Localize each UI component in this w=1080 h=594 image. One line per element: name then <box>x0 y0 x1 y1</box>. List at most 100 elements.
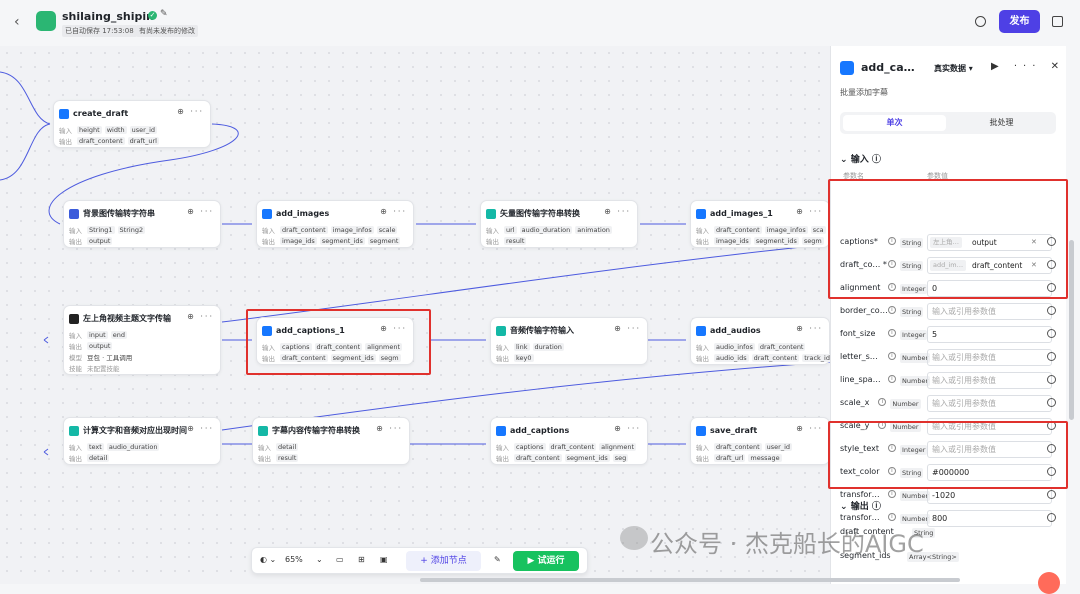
more-icon[interactable]: ⊕ ··· <box>796 424 823 433</box>
param-tag: user_id <box>764 443 792 451</box>
param-value-input[interactable]: 输入或引用参数值 <box>927 349 1052 366</box>
param-tag: animation <box>575 226 612 234</box>
node-save-draft[interactable]: save_draft ⊕ ··· 输入 draft_content user_id … <box>690 417 830 465</box>
node-title: 音频传输字符输入 <box>510 326 574 335</box>
more-icon[interactable]: ⊕ ··· <box>604 207 631 216</box>
mouse-icon[interactable]: ◐ ⌄ <box>260 555 276 564</box>
node-topleft-text[interactable]: 左上角视频主题文字传输 ⊕ ··· 输入 input end 输出 output 模型… <box>63 305 221 375</box>
param-value: 输入或引用参数值 <box>932 376 996 385</box>
param-tag: segment <box>367 237 401 245</box>
node-title: save_draft <box>710 426 758 435</box>
info-icon[interactable]: i <box>888 375 896 383</box>
layout-icon[interactable]: ▣ <box>380 555 388 564</box>
node-vector-convert[interactable]: 矢量图传输字符串转换 ⊕ ··· 输入 url audio_duration anim… <box>480 200 638 248</box>
add-node-button[interactable]: + 添加节点 <box>406 551 481 571</box>
more-icon[interactable]: ⊕ ··· <box>187 207 214 216</box>
param-value: 输入或引用参数值 <box>932 307 996 316</box>
gear-icon[interactable] <box>1047 513 1056 522</box>
edit-icon[interactable]: ✎ <box>160 9 168 19</box>
minimap-icon[interactable]: ⊞ <box>358 555 365 564</box>
output-label: 输出 <box>262 238 275 246</box>
param-tag: image_infos <box>330 226 374 234</box>
code-icon <box>496 325 506 336</box>
tab-batch[interactable]: 批处理 <box>950 115 1053 131</box>
param-value: 输入或引用参数值 <box>932 353 996 362</box>
node-add-images-1[interactable]: add_images_1 ⊕ ··· 输入 draft_content image_… <box>690 200 830 248</box>
avatar[interactable] <box>1038 572 1060 594</box>
output-section-title[interactable]: ⌄ 输出 ⓘ <box>840 499 881 512</box>
more-icon[interactable]: ⊕ ··· <box>796 207 823 216</box>
node-bg-string[interactable]: 背景图传输转字符串 ⊕ ··· 输入 String1 String2 输出 outpu… <box>63 200 221 248</box>
param-value-input[interactable]: 输入或引用参数值 <box>927 372 1052 389</box>
more-icon[interactable]: ⊕ ··· <box>380 207 407 216</box>
data-mode-select[interactable]: 真实数据 ▾ <box>934 63 973 74</box>
panel-actions[interactable]: ▶ ··· ✕ <box>991 61 1065 72</box>
tab-single[interactable]: 单次 <box>843 115 946 131</box>
canvas-scrollbar[interactable] <box>420 578 960 582</box>
gear-icon[interactable] <box>1047 490 1056 499</box>
param-value-input[interactable]: 5 <box>927 326 1052 343</box>
node-add-captions[interactable]: add_captions ⊕ ··· 输入 captions draft_conte… <box>490 417 648 465</box>
info-icon[interactable]: i <box>888 490 896 498</box>
param-tag: sca <box>810 226 826 234</box>
param-name: scale_x <box>840 398 870 407</box>
gear-icon[interactable] <box>1047 306 1056 315</box>
code-icon <box>486 208 496 219</box>
node-add-audios[interactable]: add_audios ⊕ ··· 输入 audio_infos draft_cont… <box>690 317 832 365</box>
param-tag: url <box>504 226 517 234</box>
param-value-input[interactable]: 输入或引用参数值 <box>927 395 1052 412</box>
node-create-draft[interactable]: create_draft ⊕ ··· 输入 height width user_id … <box>53 100 211 148</box>
info-icon[interactable]: i <box>888 352 896 360</box>
more-icon[interactable]: ⊕ ··· <box>796 324 823 333</box>
param-value: 5 <box>932 330 938 339</box>
more-icon[interactable]: ⊕ ··· <box>177 107 204 116</box>
zoom-dropdown-icon[interactable]: ⌄ <box>316 555 323 564</box>
param-type: Number <box>900 514 931 524</box>
node-caption-convert[interactable]: 字幕内容传输字符串转换 ⊕ ··· 输入 detail 输出 result <box>252 417 410 465</box>
input-label: 输入 <box>696 344 709 352</box>
param-tag: output <box>87 237 113 245</box>
more-icon[interactable]: ⊕ ··· <box>614 424 641 433</box>
comment-icon[interactable]: ▭ <box>336 555 344 564</box>
param-tag: audio_duration <box>106 443 160 451</box>
input-section-title[interactable]: ⌄ 输入 ⓘ <box>840 152 881 165</box>
input-label: 输入 <box>69 444 82 452</box>
param-tag: draft_url <box>127 137 159 145</box>
output-label: 输出 <box>496 355 509 363</box>
debug-icon[interactable]: ✎ <box>494 555 501 564</box>
info-icon[interactable]: i <box>878 398 887 406</box>
node-calc-time[interactable]: 计算文字和音频对应出现时间 ⊕ ··· 输入 text audio_duration… <box>63 417 221 465</box>
info-icon[interactable]: i <box>888 306 896 314</box>
gear-icon[interactable] <box>1047 352 1056 361</box>
node-audio-input[interactable]: 音频传输字符输入 ⊕ ··· 输入 link duration 输出 key0 <box>490 317 648 365</box>
more-icon[interactable]: ⊕ ··· <box>614 324 641 333</box>
publish-button[interactable]: 发布 <box>999 10 1040 33</box>
panel-title: add_ca… <box>861 61 915 74</box>
node-add-images[interactable]: add_images ⊕ ··· 输入 draft_content image_in… <box>256 200 414 248</box>
zoom-level[interactable]: 65% <box>285 555 303 564</box>
gear-icon[interactable] <box>1047 398 1056 407</box>
gear-icon[interactable] <box>1047 329 1056 338</box>
more-icon[interactable]: ⊕ ··· <box>376 424 403 433</box>
param-tag: draft_content <box>757 343 806 351</box>
copy-icon[interactable] <box>1052 16 1063 27</box>
param-name: line_spa… <box>840 375 881 384</box>
history-icon[interactable] <box>975 16 986 27</box>
back-arrow-icon[interactable]: ‹ <box>14 14 20 30</box>
param-tag: image_infos <box>764 226 808 234</box>
panel-scrollbar[interactable] <box>1069 240 1074 420</box>
info-icon[interactable]: i <box>888 329 896 337</box>
gear-icon[interactable] <box>1047 375 1056 384</box>
param-value-input[interactable]: -1020 <box>927 487 1052 504</box>
param-tag: output <box>87 342 113 350</box>
param-tag: draft_content <box>714 443 762 451</box>
more-icon[interactable]: ⊕ ··· <box>187 424 214 433</box>
model-label: 模型 <box>69 354 82 362</box>
more-icon[interactable]: ⊕ ··· <box>187 312 214 321</box>
test-run-button[interactable]: ▶ 试运行 <box>513 551 579 571</box>
param-tag: input <box>87 331 108 339</box>
param-tag: image_ids <box>280 237 317 245</box>
param-value-input[interactable]: 输入或引用参数值 <box>927 303 1052 320</box>
plugin-icon <box>840 61 854 75</box>
info-icon[interactable]: i <box>888 513 896 521</box>
